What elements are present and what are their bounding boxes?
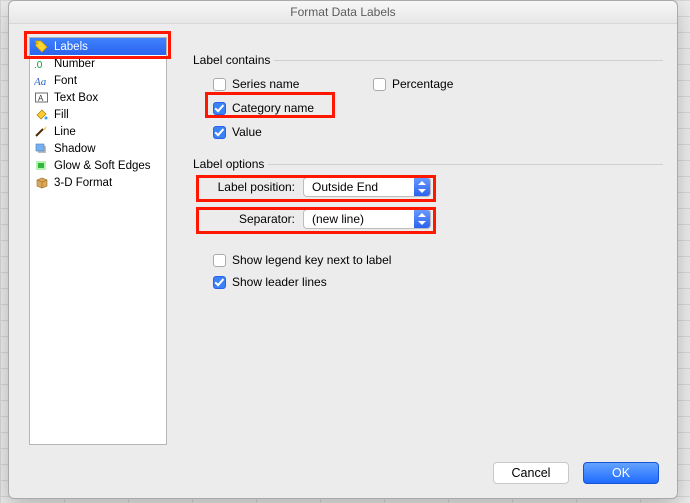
label-position-row: Label position: Outside End (199, 177, 663, 197)
dialog-footer: Cancel OK (493, 462, 659, 484)
percentage-row: Percentage (373, 73, 663, 95)
sidebar-item-label: Shadow (54, 143, 96, 155)
dialog-body: Labels .0 Number Aa Font A Text Box Fill… (23, 31, 663, 446)
cancel-button[interactable]: Cancel (493, 462, 569, 484)
group-heading-text: Label options (193, 157, 264, 171)
percentage-label: Percentage (392, 77, 453, 91)
svg-text:Aa: Aa (34, 76, 47, 87)
sidebar-item-textbox[interactable]: A Text Box (30, 89, 166, 106)
sidebar-item-line[interactable]: Line (30, 123, 166, 140)
show-legend-key-row: Show legend key next to label (213, 249, 663, 271)
sidebar-item-label: Line (54, 126, 76, 138)
dropdown-stepper-icon (414, 210, 430, 228)
value-label: Value (232, 125, 262, 139)
percentage-checkbox[interactable] (373, 78, 386, 91)
ok-button[interactable]: OK (583, 462, 659, 484)
separator-value: (new line) (304, 212, 414, 226)
sidebar-item-labels[interactable]: Labels (30, 38, 166, 55)
label-position-value: Outside End (304, 180, 414, 194)
sidebar-item-label: Labels (54, 41, 88, 53)
sidebar-item-fill[interactable]: Fill (30, 106, 166, 123)
label-contains-group: Label contains Series name Percentage Ca… (193, 53, 663, 143)
dropdown-stepper-icon (414, 178, 430, 196)
textbox-icon: A (34, 91, 49, 105)
sidebar-item-label: Number (54, 58, 95, 70)
labels-icon (34, 40, 49, 54)
sidebar-item-glow[interactable]: Glow & Soft Edges (30, 157, 166, 174)
label-options-heading: Label options (193, 157, 663, 171)
glow-icon (34, 159, 49, 173)
show-leader-lines-checkbox[interactable] (213, 276, 226, 289)
line-icon (34, 125, 49, 139)
group-heading-text: Label contains (193, 53, 270, 67)
label-position-select[interactable]: Outside End (303, 177, 431, 197)
separator-label: Separator: (199, 212, 303, 226)
divider (274, 60, 663, 61)
divider (268, 164, 663, 165)
format-data-labels-window: Format Data Labels Labels .0 Number Aa F… (8, 0, 678, 499)
category-sidebar: Labels .0 Number Aa Font A Text Box Fill… (29, 37, 167, 445)
show-leader-lines-label: Show leader lines (232, 275, 327, 289)
show-legend-key-label: Show legend key next to label (232, 253, 391, 267)
series-name-checkbox[interactable] (213, 78, 226, 91)
svg-text:.0: .0 (34, 60, 43, 70)
separator-select[interactable]: (new line) (303, 209, 431, 229)
show-legend-key-checkbox[interactable] (213, 254, 226, 267)
fill-icon (34, 108, 49, 122)
value-checkbox[interactable] (213, 126, 226, 139)
series-name-label: Series name (232, 77, 299, 91)
sidebar-item-label: Font (54, 75, 77, 87)
sidebar-item-label: Glow & Soft Edges (54, 160, 151, 172)
sidebar-item-number[interactable]: .0 Number (30, 55, 166, 72)
label-options-group: Label options Label position: Outside En… (193, 157, 663, 293)
label-contains-heading: Label contains (193, 53, 663, 67)
category-name-label: Category name (232, 101, 314, 115)
font-icon: Aa (34, 74, 49, 88)
separator-row: Separator: (new line) (199, 209, 663, 229)
window-title: Format Data Labels (9, 1, 677, 24)
show-leader-lines-row: Show leader lines (213, 271, 663, 293)
sidebar-item-label: Fill (54, 109, 69, 121)
shadow-icon (34, 142, 49, 156)
number-icon: .0 (34, 57, 49, 71)
series-name-row: Series name (213, 73, 373, 95)
category-name-checkbox[interactable] (213, 102, 226, 115)
sidebar-item-font[interactable]: Aa Font (30, 72, 166, 89)
right-panel: Label contains Series name Percentage Ca… (193, 53, 663, 446)
value-row: Value (213, 121, 373, 143)
threed-icon (34, 176, 49, 190)
sidebar-item-label: Text Box (54, 92, 98, 104)
label-position-label: Label position: (199, 180, 303, 194)
sidebar-item-shadow[interactable]: Shadow (30, 140, 166, 157)
svg-text:A: A (38, 94, 44, 103)
sidebar-item-3d[interactable]: 3-D Format (30, 174, 166, 191)
category-name-row: Category name (213, 97, 373, 119)
sidebar-item-label: 3-D Format (54, 177, 112, 189)
